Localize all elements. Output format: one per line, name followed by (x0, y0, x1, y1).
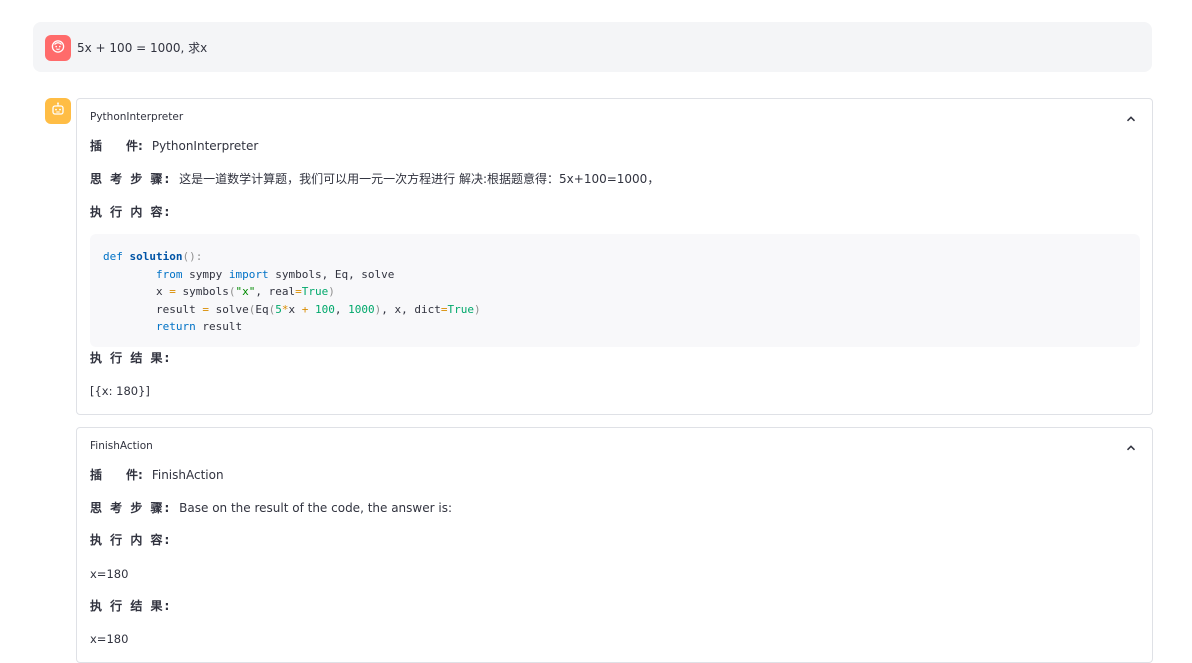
code-line: def solution(): (103, 250, 203, 263)
code-line: from sympy import symbols, Eq, solve (155, 267, 395, 281)
plugin-value: PythonInterpreter (151, 139, 259, 153)
code-line: result = solve(Eq(5*x + 100, 1000), x, d… (103, 302, 481, 316)
plugin-label: 插 件: (90, 468, 143, 482)
result-value: x=180 (90, 632, 129, 646)
step-card-finish-action: FinishAction 插 件: FinishAction 思 考 步 骤: … (76, 427, 1153, 663)
thought-label: 思 考 步 骤: (90, 172, 172, 186)
content-value: x=180 (90, 567, 129, 581)
collapse-button[interactable] (1124, 111, 1138, 125)
collapse-button[interactable] (1124, 440, 1138, 454)
plugin-label: 插 件: (90, 139, 143, 153)
chevron-up-icon (1126, 109, 1136, 128)
thought-label: 思 考 步 骤: (90, 501, 172, 515)
bot-avatar (45, 98, 71, 124)
code-line: return result (155, 320, 243, 334)
chevron-up-icon (1126, 438, 1136, 457)
user-message-text: 5x + 100 = 1000, 求x (77, 41, 208, 55)
plugin-value: FinishAction (151, 468, 224, 482)
thought-value: 这是一道数学计算题，我们可以用一元一次方程进行 解决:根据题意得：5x+100=… (179, 172, 660, 186)
thought-value: Base on the result of the code, the answ… (179, 501, 452, 515)
step-title[interactable]: FinishAction (90, 440, 153, 452)
result-value: [{x: 180}] (90, 384, 150, 398)
face-icon (50, 38, 66, 58)
result-label: 执 行 结 果: (90, 351, 172, 365)
step-card-python-interpreter: PythonInterpreter 插 件: PythonInterpreter… (76, 98, 1153, 415)
content-label: 执 行 内 容: (90, 533, 172, 547)
code-line: x = symbols("x", real=True) (103, 285, 335, 299)
content-label: 执 行 内 容: (90, 205, 172, 219)
step-title[interactable]: PythonInterpreter (90, 111, 183, 123)
robot-icon (50, 101, 66, 121)
user-avatar (45, 35, 71, 61)
code-block: def solution(): from sympy import symbol… (90, 234, 1140, 347)
user-message: 5x + 100 = 1000, 求x (33, 22, 1152, 72)
result-label: 执 行 结 果: (90, 599, 172, 613)
